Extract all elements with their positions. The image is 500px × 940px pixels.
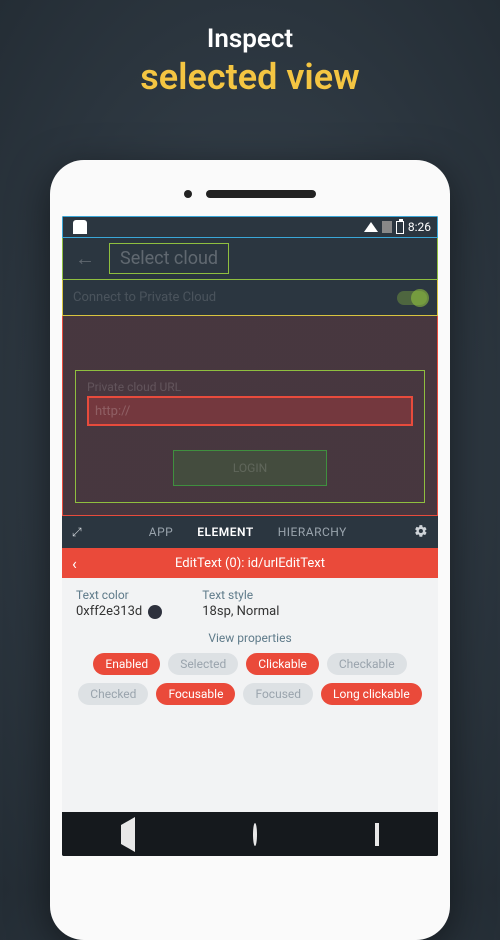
gear-icon[interactable] [410, 520, 432, 545]
overlay-area: Private cloud URL http:// LOGIN [62, 316, 438, 516]
login-button-label: LOGIN [233, 461, 267, 475]
chip-clickable: Clickable [246, 653, 319, 675]
element-path-bar[interactable]: ‹ EditText (0): id/urlEditText [62, 548, 438, 578]
expand-icon[interactable]: ⤢ [68, 521, 86, 544]
app-toolbar: ← Select cloud [62, 238, 438, 280]
toolbar-title: Select cloud [109, 243, 229, 274]
heading-line1: Inspect [0, 24, 500, 54]
tab-element[interactable]: ELEMENT [185, 525, 266, 539]
nav-recent-button[interactable] [375, 825, 379, 844]
url-edit-text[interactable]: http:// [87, 396, 413, 426]
url-placeholder: http:// [95, 404, 130, 419]
chips-container: Enabled Selected Clickable Checkable Che… [76, 653, 424, 705]
promo-heading: Inspect selected view [0, 0, 500, 98]
tab-app[interactable]: APP [137, 525, 185, 539]
phone-top [62, 172, 438, 216]
nav-back-button[interactable] [121, 825, 135, 844]
detail-panel: Text color 0xff2e313d Text style 18sp, N… [62, 578, 438, 812]
text-style-col: Text style 18sp, Normal [202, 588, 279, 619]
phone-frame: 8:26 ← Select cloud Connect to Private C… [50, 160, 450, 940]
sim-icon [382, 221, 392, 233]
inspector-tabrow: ⤢ APP ELEMENT HIERARCHY [62, 516, 438, 548]
connect-switch[interactable] [397, 291, 427, 305]
back-arrow-icon[interactable]: ← [71, 242, 99, 275]
chip-long-clickable: Long clickable [321, 683, 422, 705]
url-label: Private cloud URL [87, 380, 181, 394]
text-style-label: Text style [202, 588, 279, 602]
status-bar: 8:26 [62, 216, 438, 238]
chevron-left-icon[interactable]: ‹ [72, 554, 77, 573]
view-properties-label: View properties [76, 631, 424, 645]
connect-label: Connect to Private Cloud [73, 290, 216, 305]
chip-focusable: Focusable [156, 683, 235, 705]
android-icon [73, 220, 87, 234]
nav-home-button[interactable] [253, 825, 257, 844]
chip-checkable: Checkable [327, 653, 407, 675]
speaker-slot [206, 190, 316, 198]
chip-checked: Checked [78, 683, 148, 705]
chip-focused: Focused [243, 683, 313, 705]
camera-dot [184, 190, 192, 198]
tab-hierarchy[interactable]: HIERARCHY [266, 525, 359, 539]
chip-enabled: Enabled [93, 653, 160, 675]
text-style-value: 18sp, Normal [202, 604, 279, 619]
wifi-icon [364, 222, 378, 232]
login-button[interactable]: LOGIN [173, 450, 327, 486]
text-color-value: 0xff2e313d [76, 604, 142, 619]
chip-selected: Selected [168, 653, 238, 675]
element-path-text: EditText (0): id/urlEditText [175, 556, 325, 571]
text-color-label: Text color [76, 588, 162, 602]
battery-icon [396, 221, 404, 234]
status-time: 8:26 [408, 220, 431, 234]
screen: 8:26 ← Select cloud Connect to Private C… [62, 216, 438, 856]
android-navbar [62, 812, 438, 856]
heading-line2: selected view [0, 56, 500, 98]
connect-row: Connect to Private Cloud [62, 280, 438, 316]
text-color-col: Text color 0xff2e313d [76, 588, 162, 619]
detail-row: Text color 0xff2e313d Text style 18sp, N… [76, 588, 424, 619]
color-swatch [148, 605, 162, 619]
